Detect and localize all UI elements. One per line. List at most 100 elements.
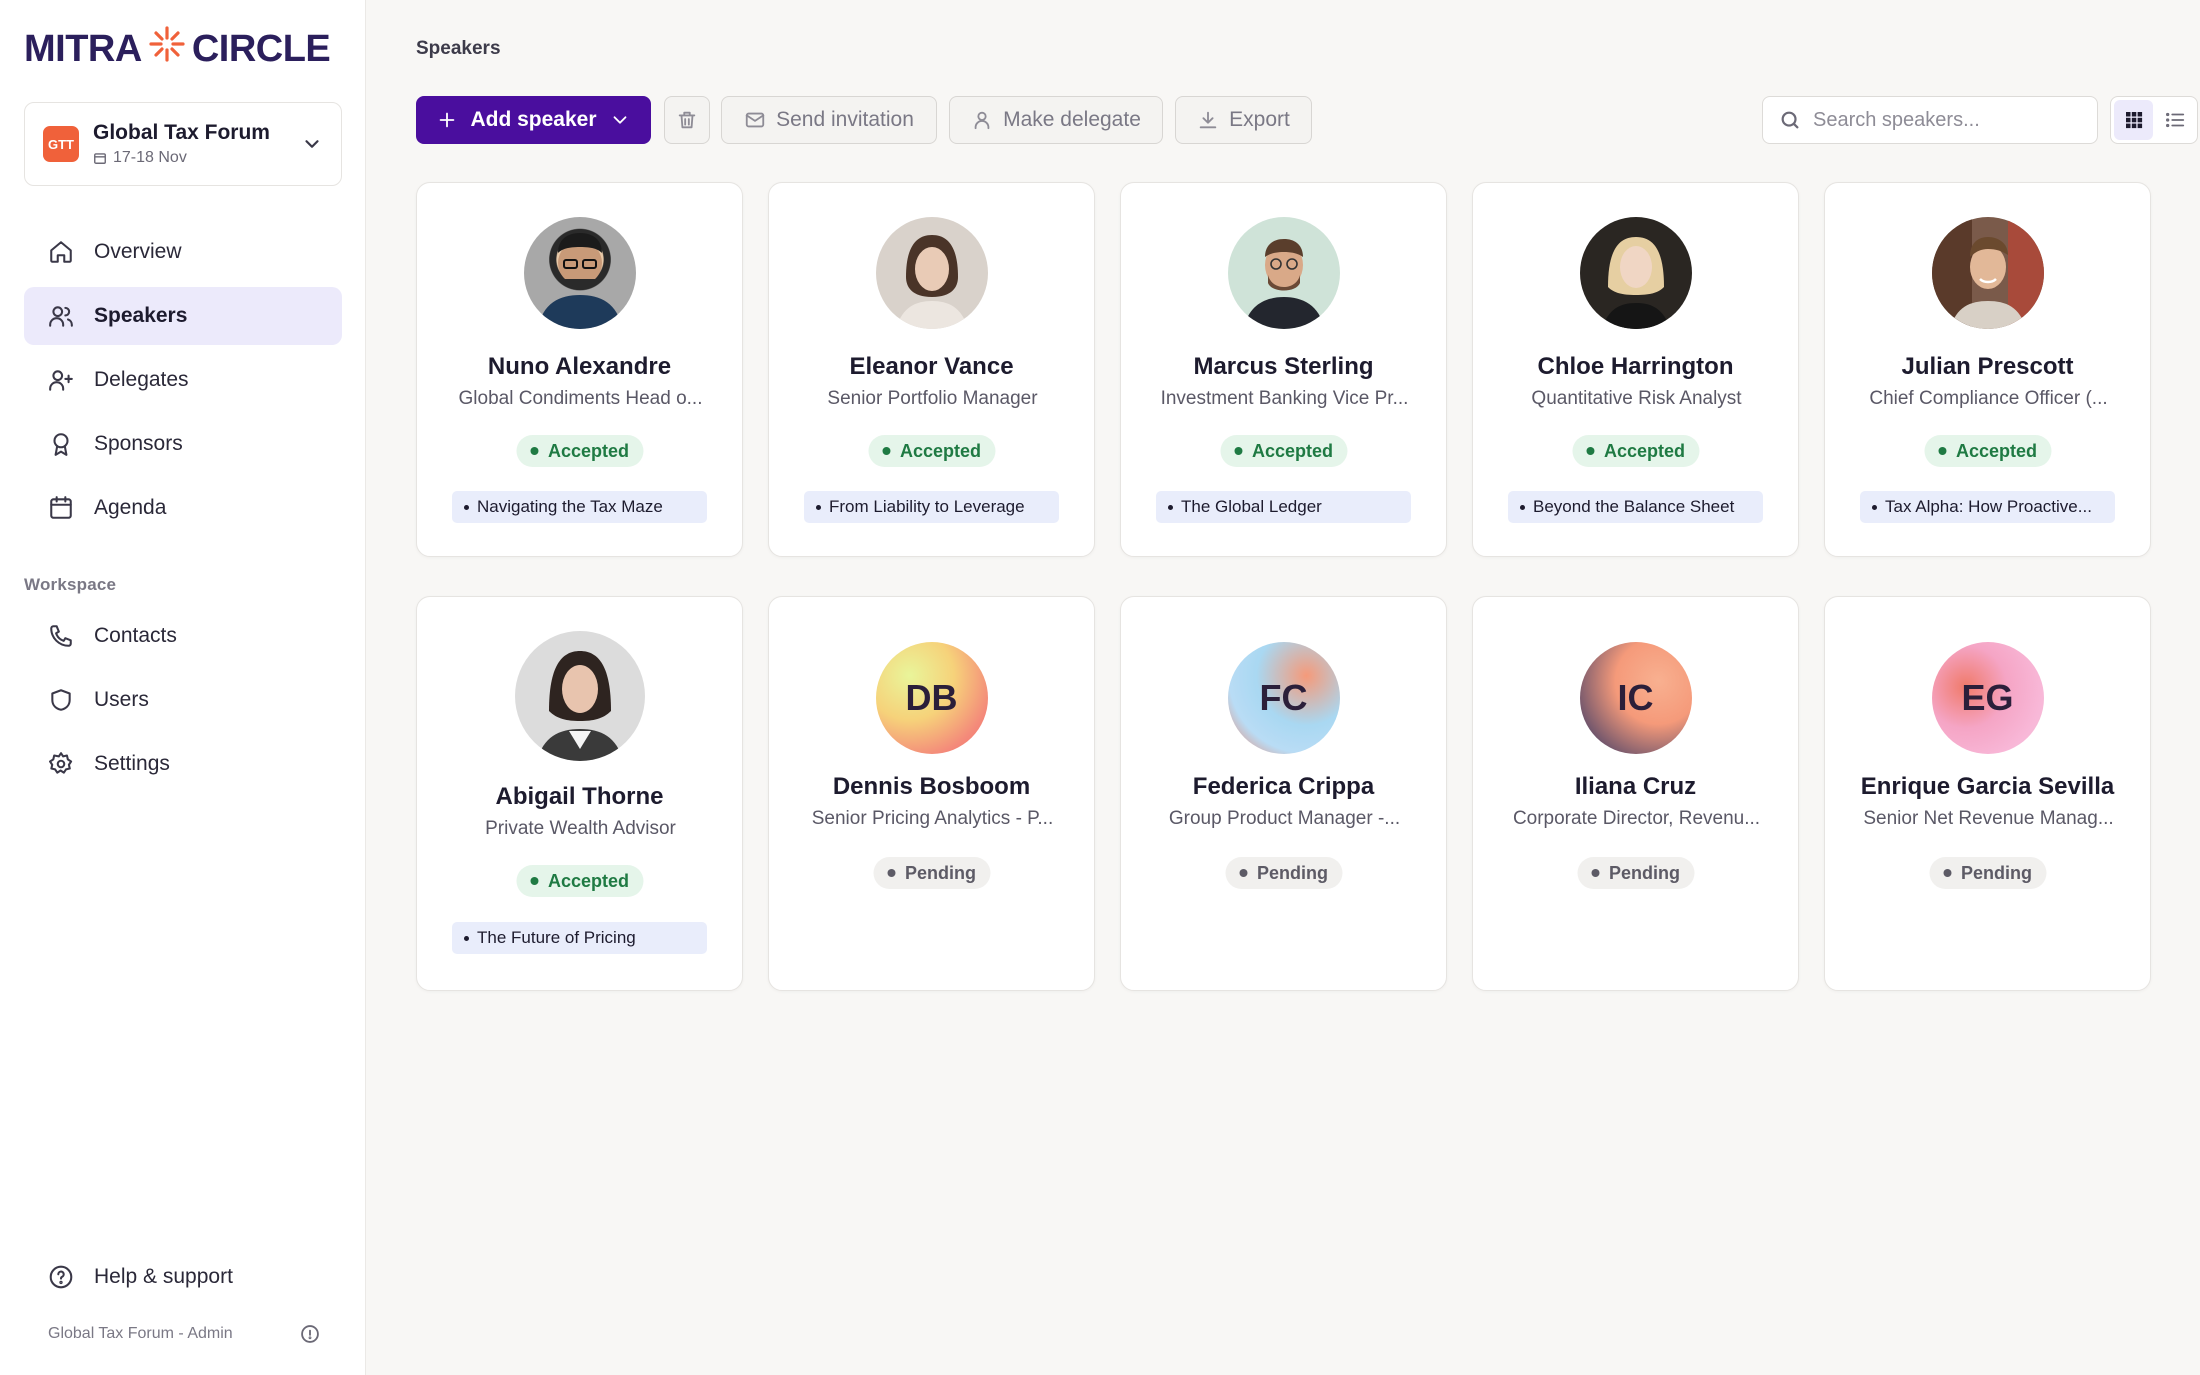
session-tag[interactable]: The Future of Pricing <box>452 922 707 954</box>
award-icon <box>53 433 69 456</box>
status-text: Pending <box>1961 862 2032 883</box>
speaker-card[interactable]: EG Enrique Garcia Sevilla Senior Net Rev… <box>1824 596 2151 991</box>
grid-view-button[interactable] <box>2114 100 2153 140</box>
send-invitation-button[interactable]: Send invitation <box>721 96 937 144</box>
page-title: Speakers <box>416 38 501 59</box>
avatar <box>1931 217 2044 329</box>
trash-icon <box>678 111 696 129</box>
status-badge: Accepted <box>1923 435 2052 467</box>
list-icon <box>2165 112 2184 128</box>
nav-item-agenda[interactable]: Agenda <box>24 479 342 537</box>
status-badge: Pending <box>1929 857 2046 889</box>
list-view-button[interactable] <box>2155 100 2194 140</box>
speaker-card[interactable]: Julian Prescott Chief Compliance Officer… <box>1824 182 2151 557</box>
avatar: IC <box>1579 642 1692 754</box>
nav-label: Overview <box>94 240 182 263</box>
event-badge: GTT <box>43 126 79 162</box>
speaker-role: Corporate Director, Revenu... <box>1512 808 1761 829</box>
speaker-name: Iliana Cruz <box>1574 773 1697 800</box>
add-speaker-label: Add speaker <box>470 108 597 131</box>
logo[interactable]: MITRA CIRCLE <box>24 26 331 72</box>
nav-label: Help & support <box>94 1265 233 1288</box>
nav-item-delegates[interactable]: Delegates <box>24 351 342 409</box>
status-badge: Accepted <box>515 435 644 467</box>
status-badge: Accepted <box>515 865 644 897</box>
view-toggle <box>2110 96 2198 144</box>
status-text: Accepted <box>1955 440 2038 461</box>
main-nav: Overview Speakers Delegates Sponsors Age… <box>24 223 342 543</box>
avatar-initials: DB <box>905 677 958 718</box>
status-badge: Pending <box>1225 857 1342 889</box>
nav-item-contacts[interactable]: Contacts <box>24 607 342 665</box>
status-text: Accepted <box>547 440 630 461</box>
nav-item-speakers[interactable]: Speakers <box>24 287 342 345</box>
speaker-card[interactable]: Eleanor Vance Senior Portfolio Manager A… <box>768 182 1095 557</box>
session-title: The Future of Pricing <box>477 928 636 947</box>
speaker-card[interactable]: Abigail Thorne Private Wealth Advisor Ac… <box>416 596 743 991</box>
make-delegate-label: Make delegate <box>1003 108 1141 131</box>
delete-button[interactable] <box>664 96 710 144</box>
footer-text: Global Tax Forum - Admin <box>48 1325 233 1342</box>
nav-item-overview[interactable]: Overview <box>24 223 342 281</box>
make-delegate-button[interactable]: Make delegate <box>949 96 1163 144</box>
help-support-link[interactable]: Help & support <box>24 1248 342 1306</box>
avatar: DB <box>875 642 988 754</box>
users-icon <box>49 306 73 327</box>
speaker-name: Nuno Alexandre <box>487 353 672 380</box>
event-selector[interactable]: GTT Global Tax Forum 17-18 Nov <box>24 102 342 186</box>
session-tag[interactable]: From Liability to Leverage <box>804 491 1059 523</box>
toolbar: Add speaker Send invitation Make delegat… <box>416 96 2198 144</box>
export-button[interactable]: Export <box>1175 96 1312 144</box>
session-tag[interactable]: Beyond the Balance Sheet <box>1508 491 1763 523</box>
speaker-card[interactable]: DB Dennis Bosboom Senior Pricing Analyti… <box>768 596 1095 991</box>
logo-text-left: MITRA <box>24 27 142 70</box>
main-content: Speakers Add speaker Send invitation Mak… <box>366 0 2200 1375</box>
status-text: Accepted <box>1603 440 1686 461</box>
status-badge: Pending <box>1577 857 1694 889</box>
status-text: Accepted <box>1251 440 1334 461</box>
speaker-card[interactable]: FC Federica Crippa Group Product Manager… <box>1120 596 1447 991</box>
nav-item-sponsors[interactable]: Sponsors <box>24 415 342 473</box>
session-tag[interactable]: Tax Alpha: How Proactive... <box>1860 491 2115 523</box>
search-input[interactable] <box>1813 108 2083 132</box>
avatar: FC <box>1227 642 1340 754</box>
avatar-initials: IC <box>1617 677 1654 718</box>
sidebar: MITRA CIRCLE GTT Global Tax Forum 17-18 … <box>0 0 366 1375</box>
logo-text-right: CIRCLE <box>191 27 331 70</box>
session-tag[interactable]: The Global Ledger <box>1156 491 1411 523</box>
nav-label: Contacts <box>94 624 177 647</box>
session-title: From Liability to Leverage <box>829 497 1025 516</box>
sidebar-footer: Global Tax Forum - Admin <box>48 1324 320 1344</box>
status-badge: Pending <box>873 857 990 889</box>
status-badge: Accepted <box>1571 435 1700 467</box>
speaker-card[interactable]: Marcus Sterling Investment Banking Vice … <box>1120 182 1447 557</box>
gear-icon <box>49 752 73 774</box>
speaker-name: Abigail Thorne <box>495 783 664 810</box>
status-text: Accepted <box>899 440 982 461</box>
nav-item-users[interactable]: Users <box>24 671 342 729</box>
speaker-role: Private Wealth Advisor <box>485 818 676 839</box>
workspace-nav: Contacts Users Settings <box>24 607 342 799</box>
nav-label: Delegates <box>94 368 189 391</box>
phone-icon <box>50 625 72 647</box>
avatar <box>1227 217 1340 329</box>
nav-item-settings[interactable]: Settings <box>24 735 342 793</box>
speaker-card[interactable]: IC Iliana Cruz Corporate Director, Reven… <box>1472 596 1799 991</box>
session-tag[interactable]: Navigating the Tax Maze <box>452 491 707 523</box>
chevron-down-icon <box>305 140 319 148</box>
nav-label: Settings <box>94 752 170 775</box>
speaker-card[interactable]: Nuno Alexandre Global Condiments Head o.… <box>416 182 743 557</box>
speaker-card[interactable]: Chloe Harrington Quantitative Risk Analy… <box>1472 182 1799 557</box>
add-speaker-button[interactable]: Add speaker <box>416 96 651 144</box>
speaker-name: Eleanor Vance <box>849 353 1014 380</box>
nav-label: Users <box>94 688 149 711</box>
info-icon[interactable] <box>300 1324 320 1344</box>
chevron-down-icon <box>613 116 626 124</box>
mail-icon <box>745 112 765 128</box>
speaker-name: Chloe Harrington <box>1537 353 1734 380</box>
avatar-initials: EG <box>1961 677 2014 718</box>
speaker-role: Senior Portfolio Manager <box>827 388 1038 409</box>
nav-label: Speakers <box>94 304 188 327</box>
plus-icon <box>440 112 455 128</box>
nav-label: Sponsors <box>94 432 183 455</box>
